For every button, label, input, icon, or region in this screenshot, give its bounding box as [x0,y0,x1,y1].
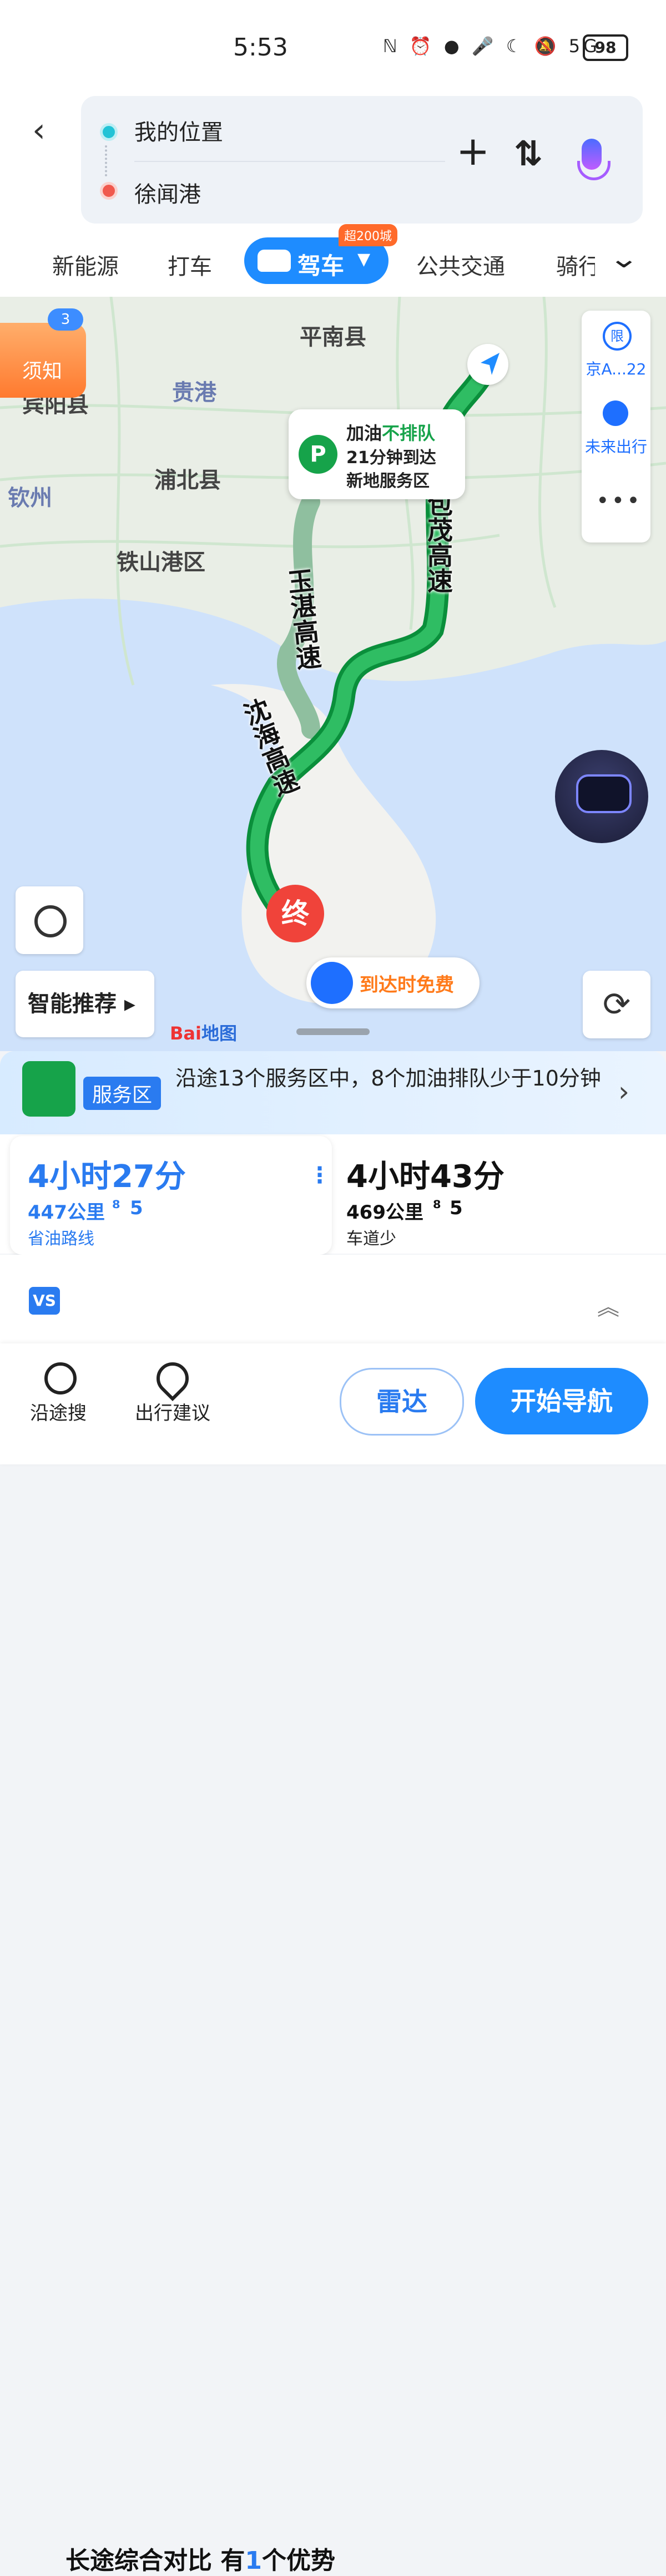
route-more-icon[interactable]: ⋮ [309,1163,331,1188]
notice-button[interactable]: 须知 [0,323,86,398]
tab-drive-label: 驾车 [297,252,345,280]
compare-pre: 长途综合对比 有 [65,2547,245,2575]
locate-button[interactable] [16,886,83,954]
route-distance: 469公里 [346,1201,423,1224]
callout-line1-b: 不排队 [382,423,436,444]
tab-new-energy[interactable]: 新能源 [52,249,119,281]
free-parking-pill[interactable]: 到达时免费 [306,957,480,1008]
callout-line1: 加油不排队 [346,419,435,445]
chevron-right-icon: › [618,1076,629,1108]
end-pin: 终 [266,885,324,942]
parking-icon: P [299,435,337,474]
route-note: 车道少 [346,1229,396,1249]
status-icons: ℕ ⏰ ● 🎤 ☾ 🔕 5G [383,36,601,57]
add-stop-icon[interactable]: + [456,131,490,171]
caret-down-icon: ▼ [357,250,371,269]
chevron-down-icon[interactable]: ⌄ [608,243,639,274]
map-place: 浦北县 [154,468,221,493]
compare-text: 长途综合对比 有1个优势 [65,2540,335,2576]
service-area-callout[interactable]: P 加油不排队 21分钟到达 新地服务区 [289,409,465,499]
refresh-icon[interactable]: ⟳ [583,971,650,1038]
callout-line3: 新地服务区 [346,471,430,491]
road-label: 包茂高速 [427,490,453,596]
status-bar: 5:53 ℕ ⏰ ● 🎤 ☾ 🔕 5G 98 [0,0,666,94]
service-area-icon [22,1061,75,1117]
map-place: 平南县 [300,324,366,350]
divider [134,161,445,162]
destination-field[interactable]: 徐闻港 [134,176,201,209]
compare-num: 1 [245,2547,262,2575]
traffic-light-icon: ⁸ [433,1197,441,1219]
back-icon[interactable]: ‹ [32,111,46,150]
origin-field[interactable]: 我的位置 [134,114,223,146]
service-area-banner[interactable]: 服务区 沿途13个服务区中，8个加油排队少于10分钟 › [0,1051,666,1134]
current-location-arrow-icon [467,344,508,385]
route-note: 省油路线 [28,1229,94,1249]
tab-taxi[interactable]: 打车 [168,249,212,281]
arrow-icon-svg [481,353,500,375]
map-place: 钦州 [8,485,52,511]
route-card[interactable]: 4小时43分 469公里 ⁸ 5 车道少 [335,1136,656,1255]
end-dot-icon [100,182,118,200]
car-icon [258,250,291,272]
tab-transit[interactable]: 公共交通 [416,249,505,281]
compare-post: 个优势 [261,2547,335,2575]
baidu-map-logo: Bai地图 [170,1020,237,1045]
along-search-label[interactable]: 沿途搜 [28,1398,89,1425]
route-time: 4小时27分 [28,1159,186,1195]
tab-ride[interactable]: 骑行 [556,249,595,281]
callout-line1-a: 加油 [346,423,382,444]
service-tag: 服务区 [83,1077,162,1110]
travel-advice-label[interactable]: 出行建议 [131,1398,214,1425]
callout-line2: 21分钟到达 [346,448,436,468]
battery-icon: 98 [583,34,628,61]
charging-icon [311,962,353,1004]
compare-section[interactable]: 长途综合对比 有1个优势 [0,1255,666,2575]
route-lights: 5 [450,1197,463,1219]
route-card-selected[interactable]: 4小时27分 447公里 ⁸ 5 省油路线 ⋮ [10,1136,332,1255]
map-place: 贵港 [172,380,216,405]
expand-up-icon[interactable]: ︽ [597,1289,619,1321]
swap-icon[interactable]: ⇅ [514,133,543,174]
start-navigation-button[interactable]: 开始导航 [475,1368,648,1434]
plate-label[interactable]: 京A...22 [582,357,650,379]
restriction-icon[interactable]: 限 [603,322,632,351]
route-distance: 447公里 [28,1201,105,1224]
status-time: 5:53 [233,33,288,62]
assistant-robot-icon[interactable] [555,750,648,843]
drag-handle[interactable] [296,1028,370,1035]
search-icon[interactable] [44,1362,77,1395]
more-icon[interactable]: ••• [596,488,642,514]
future-travel-label[interactable]: 未来出行 [582,435,650,457]
logo-text: Bai [170,1023,201,1044]
tab-badge: 超200城 [339,224,397,246]
vs-icon: VS [29,1287,60,1315]
clock-icon[interactable] [603,400,628,426]
notice-label: 须知 [22,360,63,383]
logo-text-2: 地图 [201,1023,237,1044]
route-connector [105,145,109,176]
route-lights: 5 [130,1197,143,1219]
traffic-light-icon: ⁸ [112,1197,120,1219]
locate-icon [34,905,67,937]
service-text: 沿途13个服务区中，8个加油排队少于10分钟 [175,1066,601,1091]
smart-recommend-button[interactable]: 智能推荐 ▸ [16,971,154,1037]
free-label: 到达时免费 [360,974,454,996]
notice-count-badge: 3 [48,308,83,331]
map-place: 铁山港区 [117,550,205,575]
radar-button[interactable]: 雷达 [340,1368,464,1436]
route-time: 4小时43分 [346,1159,504,1195]
start-dot-icon [100,123,118,141]
robot-face [576,774,632,813]
